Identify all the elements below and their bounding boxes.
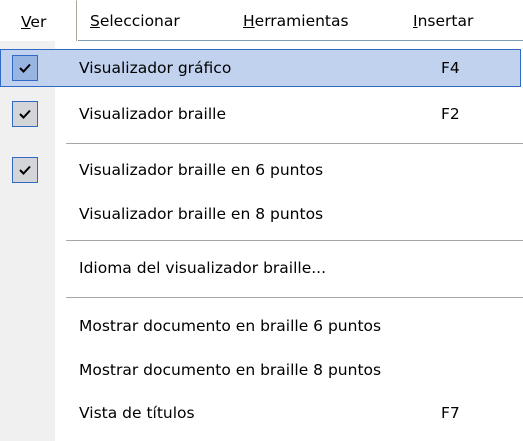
menu-item-idioma-braille[interactable]: Idioma del visualizador braille... xyxy=(0,249,523,287)
menu-item-label: Visualizador braille xyxy=(79,105,227,123)
menu-item-label: Idioma del visualizador braille... xyxy=(79,259,327,277)
menu-item-visualizador-grafico[interactable]: Visualizador gráfico F4 xyxy=(0,49,521,87)
menu-ver-mnemonic: V xyxy=(21,13,31,31)
menu-seleccionar[interactable]: Seleccionar xyxy=(90,8,180,34)
menu-seleccionar-mnemonic: S xyxy=(90,12,100,30)
menu-separator xyxy=(66,240,523,241)
check-mark-icon xyxy=(12,157,38,183)
menu-item-vista-titulos[interactable]: Vista de títulos F7 xyxy=(0,394,523,432)
ver-dropdown-menu: Visualizador gráfico F4 Visualizador bra… xyxy=(0,41,523,441)
menu-herramientas[interactable]: Herramientas xyxy=(243,8,349,34)
menu-item-braille-6-puntos[interactable]: Visualizador braille en 6 puntos xyxy=(0,151,523,189)
menu-item-mostrar-braille-6[interactable]: Mostrar documento en braille 6 puntos xyxy=(0,307,523,345)
menu-item-label: Visualizador gráfico xyxy=(79,59,232,77)
menu-item-label: Mostrar documento en braille 8 puntos xyxy=(79,361,382,379)
menu-item-visualizador-braille[interactable]: Visualizador braille F2 xyxy=(0,95,523,133)
menu-item-label: Vista de títulos xyxy=(79,404,195,422)
menu-item-label: Visualizador braille en 8 puntos xyxy=(79,205,324,223)
menu-item-shortcut: F2 xyxy=(441,105,460,123)
menu-seleccionar-rest: eleccionar xyxy=(99,12,180,30)
menu-item-shortcut: F7 xyxy=(441,404,460,422)
menu-item-shortcut: F4 xyxy=(441,59,460,77)
menu-item-label: Mostrar documento en braille 6 puntos xyxy=(79,317,382,335)
menu-separator xyxy=(66,297,523,298)
menu-item-mostrar-braille-8[interactable]: Mostrar documento en braille 8 puntos xyxy=(0,351,523,389)
menu-herramientas-mnemonic: H xyxy=(243,12,255,30)
menu-insertar-rest: nsertar xyxy=(417,12,474,30)
menu-item-label: Visualizador braille en 6 puntos xyxy=(79,161,324,179)
check-mark-icon xyxy=(12,101,38,127)
menu-item-braille-8-puntos[interactable]: Visualizador braille en 8 puntos xyxy=(0,195,523,233)
menu-ver-rest: er xyxy=(30,13,47,31)
menu-insertar[interactable]: Insertar xyxy=(413,8,473,34)
menu-bar: Ver Seleccionar Herramientas Insertar xyxy=(0,0,523,42)
check-mark-icon xyxy=(12,55,38,81)
menu-separator xyxy=(66,143,523,144)
menu-ver[interactable]: Ver xyxy=(0,0,77,42)
menu-herramientas-rest: erramientas xyxy=(254,12,349,30)
